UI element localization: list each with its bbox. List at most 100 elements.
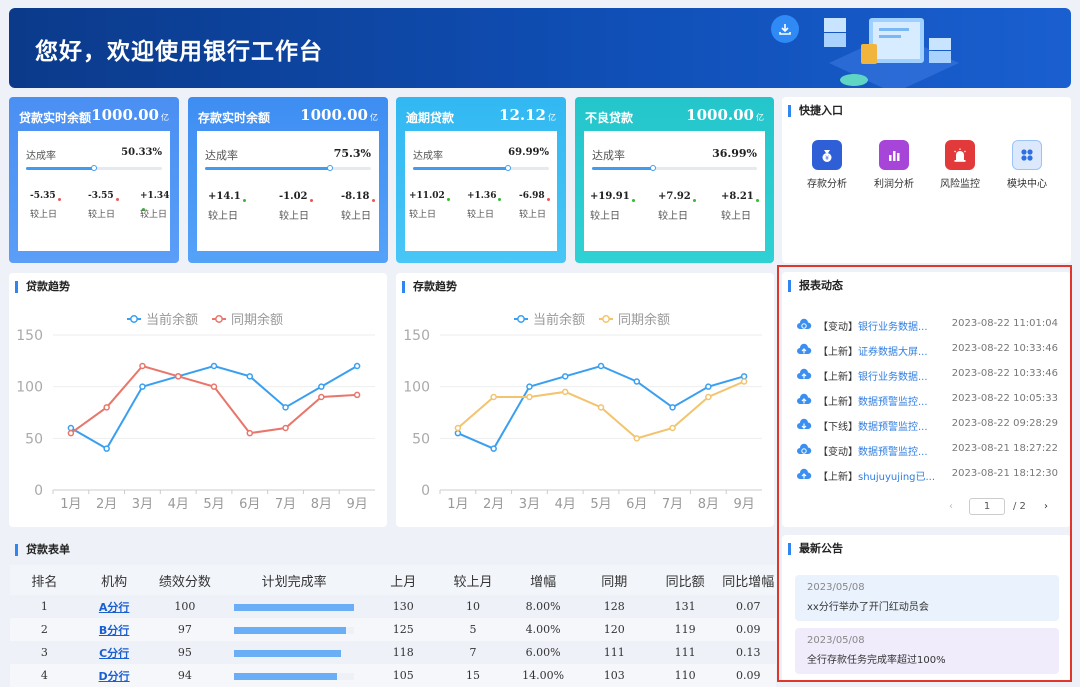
quick-entry-item[interactable]: 模块中心 bbox=[997, 140, 1057, 190]
table-row[interactable]: 3 C分行 95 118 7 6.00% 111 111 0.13 bbox=[10, 641, 776, 664]
page-total: / 2 bbox=[1013, 501, 1026, 512]
data-point[interactable] bbox=[490, 445, 497, 452]
data-point[interactable] bbox=[103, 404, 110, 411]
report-name[interactable]: shujuyujing已... bbox=[858, 472, 935, 483]
data-point[interactable] bbox=[210, 383, 218, 390]
report-item[interactable]: 【上新】银行业务数据... 2023-08-22 10:33:46 bbox=[796, 367, 1058, 383]
compare-number: -8.18 bbox=[341, 191, 370, 202]
data-point[interactable] bbox=[669, 424, 676, 432]
data-point[interactable] bbox=[282, 404, 289, 411]
compare-number: -5.35 bbox=[30, 191, 56, 201]
column-header[interactable]: 增幅 bbox=[507, 565, 579, 595]
loan-trend-panel: 贷款趋势 0 50 100 150 1月 2月 3月 4月 5月 6月 7月 8月 9月 当前余额 同期余额 bbox=[9, 273, 387, 527]
next-page-button[interactable]: › bbox=[1044, 501, 1048, 512]
report-name[interactable]: 数据预警监控... bbox=[858, 397, 928, 408]
data-point[interactable] bbox=[246, 373, 254, 380]
report-item[interactable]: 【变动】银行业务数据... 2023-08-22 11:01:04 bbox=[796, 317, 1058, 333]
column-header[interactable]: 较上月 bbox=[438, 565, 508, 595]
trend-dot-icon bbox=[446, 198, 450, 201]
compare-value: +7.92 bbox=[658, 191, 696, 202]
data-point[interactable] bbox=[454, 424, 462, 432]
data-point[interactable] bbox=[139, 383, 146, 390]
report-name[interactable]: 证券数据大屏... bbox=[858, 347, 928, 358]
report-time: 2023-08-22 10:05:33 bbox=[951, 393, 1058, 404]
column-header[interactable]: 上月 bbox=[367, 565, 439, 595]
data-point[interactable] bbox=[318, 383, 325, 390]
data-point[interactable] bbox=[526, 393, 533, 401]
data-point[interactable] bbox=[526, 383, 533, 390]
compare-label: 较上日 bbox=[519, 210, 547, 220]
table-cell-rank: 4 bbox=[10, 664, 79, 687]
data-point[interactable] bbox=[597, 404, 605, 411]
quick-entry-item[interactable]: 风险监控 bbox=[930, 140, 990, 190]
data-point[interactable] bbox=[633, 435, 641, 442]
notice-text: xx分行举办了开门红动员会 bbox=[807, 602, 929, 613]
table-cell-org: D分行 bbox=[78, 664, 150, 687]
table-row[interactable]: 2 B分行 97 125 5 4.00% 120 119 0.09 bbox=[10, 618, 776, 641]
table-cell-yoy: 119 bbox=[649, 618, 721, 641]
legend-label[interactable]: 同期余额 bbox=[618, 312, 670, 328]
data-point[interactable] bbox=[67, 424, 75, 432]
data-point[interactable] bbox=[454, 429, 462, 437]
column-header[interactable]: 同比增幅 bbox=[720, 565, 776, 595]
column-header[interactable]: 计划完成率 bbox=[220, 565, 368, 595]
column-header[interactable]: 同期 bbox=[578, 565, 650, 595]
data-point[interactable] bbox=[561, 373, 569, 380]
prev-page-button[interactable]: ‹ bbox=[949, 501, 953, 512]
org-link[interactable]: B分行 bbox=[99, 624, 129, 637]
legend-label[interactable]: 当前余额 bbox=[533, 312, 585, 328]
data-point[interactable] bbox=[490, 393, 497, 401]
quick-entry-item[interactable]: 利润分析 bbox=[864, 140, 924, 190]
table-row[interactable]: 1 A分行 100 130 10 8.00% 128 131 0.07 bbox=[10, 595, 776, 618]
org-link[interactable]: D分行 bbox=[99, 670, 130, 683]
report-name[interactable]: 数据预警监控... bbox=[858, 447, 928, 458]
data-point[interactable] bbox=[318, 393, 325, 401]
data-point[interactable] bbox=[633, 378, 641, 385]
data-point[interactable] bbox=[597, 362, 605, 370]
data-point[interactable] bbox=[210, 362, 218, 370]
legend-label[interactable]: 当前余额 bbox=[146, 312, 198, 328]
kpi-value: 12.12 亿 bbox=[499, 106, 556, 124]
column-header[interactable]: 同比额 bbox=[649, 565, 721, 595]
column-header[interactable]: 绩效分数 bbox=[149, 565, 221, 595]
column-header[interactable]: 排名 bbox=[10, 565, 79, 595]
org-link[interactable]: C分行 bbox=[99, 647, 129, 660]
report-item[interactable]: 【变动】数据预警监控... 2023-08-21 18:27:22 bbox=[796, 442, 1058, 458]
data-point[interactable] bbox=[103, 445, 110, 452]
data-point[interactable] bbox=[246, 429, 254, 437]
table-row[interactable]: 4 D分行 94 105 15 14.00% 103 110 0.09 bbox=[10, 664, 776, 687]
data-point[interactable] bbox=[282, 424, 289, 432]
y-tick-label: 150 bbox=[16, 328, 43, 344]
report-item[interactable]: 【下线】数据预警监控... 2023-08-22 09:28:29 bbox=[796, 417, 1058, 433]
data-point[interactable] bbox=[67, 429, 75, 437]
notice-item[interactable]: 2023/05/08 xx分行举办了开门红动员会 bbox=[795, 575, 1059, 621]
column-header[interactable]: 机构 bbox=[78, 565, 150, 595]
data-point[interactable] bbox=[561, 388, 569, 396]
rate-value: 69.99% bbox=[508, 147, 549, 158]
y-tick-label: 100 bbox=[16, 380, 43, 396]
report-name[interactable]: 银行业务数据... bbox=[858, 322, 928, 333]
data-point[interactable] bbox=[669, 404, 676, 411]
data-point[interactable] bbox=[740, 378, 748, 385]
org-link[interactable]: A分行 bbox=[99, 601, 130, 614]
report-name[interactable]: 数据预警监控... bbox=[858, 422, 928, 433]
data-point[interactable] bbox=[353, 362, 361, 370]
download-button[interactable] bbox=[771, 15, 799, 43]
report-item[interactable]: 【上新】证券数据大屏... 2023-08-22 10:33:46 bbox=[796, 342, 1058, 358]
data-point[interactable] bbox=[740, 373, 748, 380]
report-name[interactable]: 银行业务数据... bbox=[858, 372, 928, 383]
data-point[interactable] bbox=[705, 393, 712, 401]
data-point[interactable] bbox=[174, 373, 182, 380]
quick-entry-item[interactable]: ¥ 存款分析 bbox=[797, 140, 857, 190]
notice-item[interactable]: 2023/05/08 全行存款任务完成率超过100% bbox=[795, 628, 1059, 674]
data-point[interactable] bbox=[705, 383, 712, 390]
report-item[interactable]: 【上新】数据预警监控... 2023-08-22 10:05:33 bbox=[796, 392, 1058, 408]
legend-label[interactable]: 同期余额 bbox=[231, 312, 283, 328]
data-point[interactable] bbox=[353, 391, 361, 399]
report-item[interactable]: 【上新】shujuyujing已... 2023-08-21 18:12:30 bbox=[796, 467, 1058, 483]
svg-text:¥: ¥ bbox=[825, 155, 829, 162]
compare-label: 较上日 bbox=[341, 211, 371, 222]
page-input[interactable]: 1 bbox=[969, 498, 1005, 515]
kpi-card: 贷款实时余额 1000.00 亿达成率 50.33% -5.35 较上日 -3.55 较上日 +… bbox=[9, 97, 179, 263]
data-point[interactable] bbox=[139, 362, 146, 370]
